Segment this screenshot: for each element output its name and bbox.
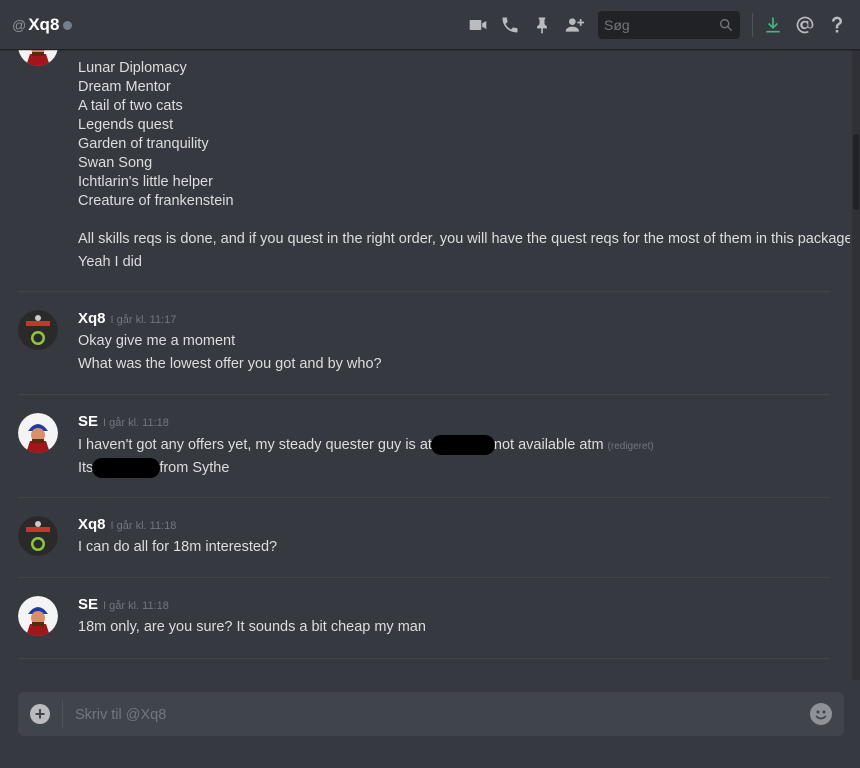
plus-icon: + [34, 703, 46, 724]
message-text: Ichtlarin's little helper [78, 174, 213, 190]
message-text: Dream Mentor [78, 79, 171, 95]
message-timestamp: I går kl. 11:17 [110, 314, 177, 326]
message-author[interactable]: Xq8 [78, 516, 106, 533]
channel-name: Xq8 [28, 14, 60, 34]
message-divider [18, 577, 830, 578]
mention-icon[interactable] [794, 14, 816, 36]
message-text: I can do all for 18m interested? [78, 539, 278, 555]
message-timestamp: I går kl. 11:18 [103, 600, 169, 612]
message-text-part: Its [78, 459, 94, 476]
search-input[interactable] [598, 15, 716, 34]
pin-icon[interactable] [531, 14, 553, 36]
message-divider [18, 497, 830, 498]
message-text-part: from Sythe [159, 459, 230, 476]
message-text: Garden of tranquility [78, 136, 209, 152]
message-composer: + [18, 692, 844, 736]
message-text: Okay give me a moment [78, 333, 236, 349]
download-icon[interactable] [762, 14, 784, 36]
message-text: Lunar Diplomacy [78, 60, 187, 76]
help-icon[interactable] [826, 14, 848, 36]
avatar[interactable] [18, 516, 58, 556]
scrollbar-thumb[interactable] [853, 134, 859, 210]
avatar[interactable] [18, 413, 58, 453]
message-list[interactable]: Lunar Diplomacy Dream Mentor A tail of t… [0, 30, 850, 680]
scrollbar-track[interactable] [852, 50, 860, 680]
at-symbol-icon: @ [12, 16, 27, 33]
channel-header: @ Xq8 [0, 0, 860, 50]
message-author[interactable]: SE [78, 596, 98, 613]
message-text-part: not available atm [493, 436, 604, 453]
toolbar-divider [752, 12, 753, 37]
video-call-icon[interactable] [467, 14, 489, 36]
avatar[interactable] [18, 596, 58, 636]
message-text: Swan Song [78, 155, 153, 171]
redaction-mark [430, 435, 495, 455]
message-text: 18m only, are you sure? It sounds a bit … [78, 619, 426, 635]
message-text: All skills reqs is done, and if you ques… [78, 231, 850, 247]
message-timestamp: I går kl. 11:18 [110, 520, 177, 532]
message-text: What was the lowest offer you got and by… [78, 356, 382, 372]
phone-call-icon[interactable] [499, 14, 521, 36]
redaction-mark [92, 458, 161, 478]
message-text: Yeah I did [78, 254, 142, 270]
avatar[interactable] [18, 310, 58, 350]
message-text: Creature of frankenstein [78, 193, 234, 209]
header-toolbar [462, 0, 860, 49]
add-attachment-button[interactable]: + [30, 704, 50, 724]
message-input[interactable] [73, 704, 777, 726]
composer-divider [62, 700, 63, 728]
message-divider [18, 291, 830, 292]
message-author[interactable]: Xq8 [78, 310, 106, 327]
message-text: A tail of two cats [78, 98, 183, 114]
message-text: I haven't got any offers yet, my steady … [78, 435, 654, 456]
message-divider [18, 394, 830, 395]
offline-status-icon [63, 21, 73, 30]
edited-label: (redigeret) [607, 440, 654, 452]
message-divider [18, 658, 830, 659]
add-friend-icon[interactable] [563, 14, 585, 36]
message-author[interactable]: SE [78, 413, 98, 430]
search-icon[interactable] [718, 17, 734, 33]
message-text-part: I haven't got any offers yet, my steady … [78, 436, 432, 453]
search-box[interactable] [598, 10, 740, 39]
message-text: Its from Sythe [78, 458, 229, 478]
message-timestamp: I går kl. 11:18 [103, 417, 169, 429]
emoji-picker-icon[interactable] [810, 703, 832, 725]
message-text: Legends quest [78, 117, 174, 133]
